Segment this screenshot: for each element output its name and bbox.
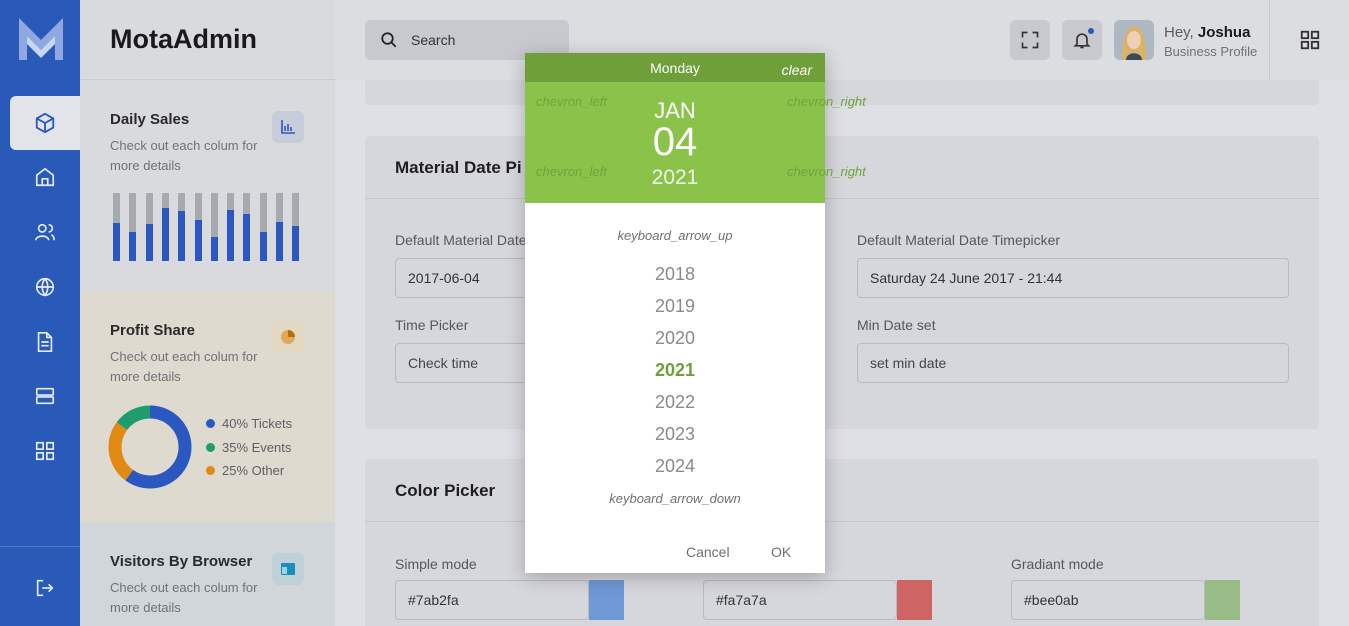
year-option[interactable]: 2024 xyxy=(525,456,825,477)
year-option[interactable]: 2022 xyxy=(525,392,825,413)
year-option[interactable]: 2023 xyxy=(525,424,825,445)
year-option[interactable]: 2019 xyxy=(525,296,825,317)
clear-button[interactable]: clear xyxy=(782,62,812,78)
year-option-selected[interactable]: 2021 xyxy=(525,360,825,381)
selected-day[interactable]: 04 xyxy=(525,120,825,165)
date-picker-dialog: Monday clear chevron_left chevron_right … xyxy=(525,53,866,573)
scroll-up-button[interactable]: keyboard_arrow_up xyxy=(525,228,825,243)
dialog-header: Monday clear xyxy=(525,53,825,82)
scroll-down-button[interactable]: keyboard_arrow_down xyxy=(525,491,825,506)
year-option[interactable]: 2018 xyxy=(525,264,825,285)
selected-date-display: chevron_left chevron_right chevron_left … xyxy=(525,82,866,203)
cancel-button[interactable]: Cancel xyxy=(686,544,730,560)
selected-year-header[interactable]: 2021 xyxy=(525,166,825,190)
ok-button[interactable]: OK xyxy=(771,544,791,560)
year-option[interactable]: 2020 xyxy=(525,328,825,349)
weekday-label: Monday xyxy=(650,60,700,76)
